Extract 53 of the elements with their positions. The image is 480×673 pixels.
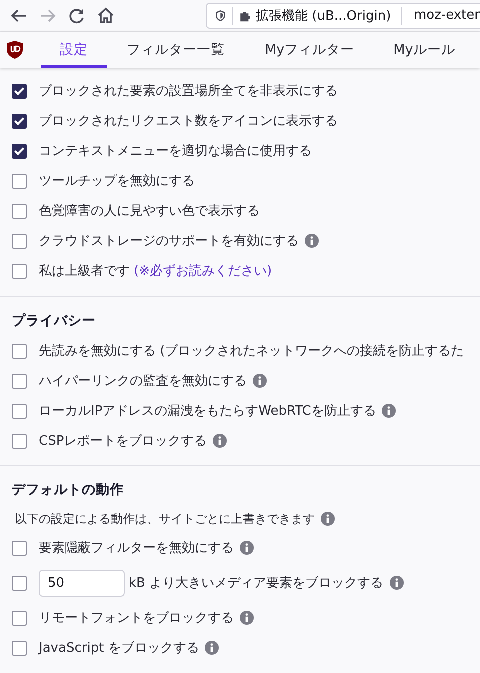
section-heading: デフォルトの動作 bbox=[11, 481, 125, 500]
site-label: 拡張機能 (uB...Origin) bbox=[256, 8, 392, 24]
read-me-link[interactable]: (※必ずお読みください) bbox=[134, 262, 272, 280]
checkbox[interactable] bbox=[12, 344, 27, 358]
tab[interactable]: 設定 bbox=[41, 32, 107, 68]
option-label: ブロックされたリクエスト数をアイコンに表示する bbox=[39, 113, 338, 130]
shield-logo-icon[interactable] bbox=[7, 41, 23, 59]
address-bar[interactable]: 拡張機能 (uB...Origin) moz-exter bbox=[206, 2, 480, 28]
info-icon[interactable] bbox=[305, 234, 319, 248]
section-heading: プライバシー bbox=[11, 312, 97, 331]
section-note: 以下の設定による動作は、サイトごとに上書きできます bbox=[15, 510, 315, 528]
option-label: JavaScript をブロックする bbox=[39, 640, 200, 657]
number-field[interactable]: 50 bbox=[39, 570, 125, 596]
shield-icon[interactable] bbox=[215, 8, 226, 22]
info-icon[interactable] bbox=[240, 541, 254, 555]
url-text: moz-exter bbox=[414, 8, 480, 23]
tab[interactable]: Myフィルター bbox=[265, 32, 355, 68]
checkbox[interactable] bbox=[12, 234, 27, 248]
info-icon[interactable] bbox=[213, 434, 228, 448]
tab[interactable]: Myルール bbox=[394, 32, 456, 68]
info-icon[interactable] bbox=[205, 641, 220, 655]
info-icon[interactable] bbox=[382, 404, 396, 418]
checkbox[interactable] bbox=[12, 434, 27, 448]
option-label: 色覚障害の人に見やすい色で表示する bbox=[39, 203, 260, 220]
option-label: ツールチップを無効にする bbox=[39, 173, 195, 190]
checkbox[interactable] bbox=[12, 114, 27, 128]
info-icon[interactable] bbox=[240, 611, 254, 625]
info-icon[interactable] bbox=[390, 576, 404, 590]
checkbox[interactable] bbox=[12, 640, 27, 656]
option-label: リモートフォントをブロックする bbox=[39, 610, 234, 627]
checkbox[interactable] bbox=[12, 540, 27, 556]
option-label: 私は上級者です bbox=[39, 263, 130, 280]
checkbox[interactable] bbox=[12, 374, 27, 388]
info-icon[interactable] bbox=[253, 374, 267, 388]
checkbox[interactable] bbox=[12, 204, 27, 218]
option-label: ブロックされた要素の設置場所全てを非表示にする bbox=[39, 83, 338, 100]
info-icon[interactable] bbox=[321, 512, 335, 526]
option-label: 先読みを無効にする (ブロックされたネットワークへの接続を防止するた bbox=[39, 343, 464, 360]
tab[interactable]: フィルター一覧 bbox=[127, 32, 225, 68]
option-label: クラウドストレージのサポートを有効にする bbox=[39, 233, 299, 250]
checkbox[interactable] bbox=[12, 144, 27, 158]
option-label: CSPレポートをブロックする bbox=[39, 433, 208, 450]
checkbox[interactable] bbox=[12, 84, 27, 98]
option-label: ローカルIPアドレスの漏洩をもたらすWebRTCを防止する bbox=[39, 403, 376, 420]
checkbox[interactable] bbox=[12, 576, 27, 590]
checkbox[interactable] bbox=[12, 404, 27, 418]
option-label: ハイパーリンクの監査を無効にする bbox=[39, 373, 247, 390]
checkbox[interactable] bbox=[12, 174, 27, 188]
option-label: kB より大きいメディア要素をブロックする bbox=[129, 575, 384, 592]
checkbox[interactable] bbox=[12, 610, 27, 626]
option-label: 要素隠蔽フィルターを無効にする bbox=[39, 540, 234, 557]
option-label: コンテキストメニューを適切な場合に使用する bbox=[39, 143, 312, 160]
checkbox[interactable] bbox=[12, 264, 27, 278]
